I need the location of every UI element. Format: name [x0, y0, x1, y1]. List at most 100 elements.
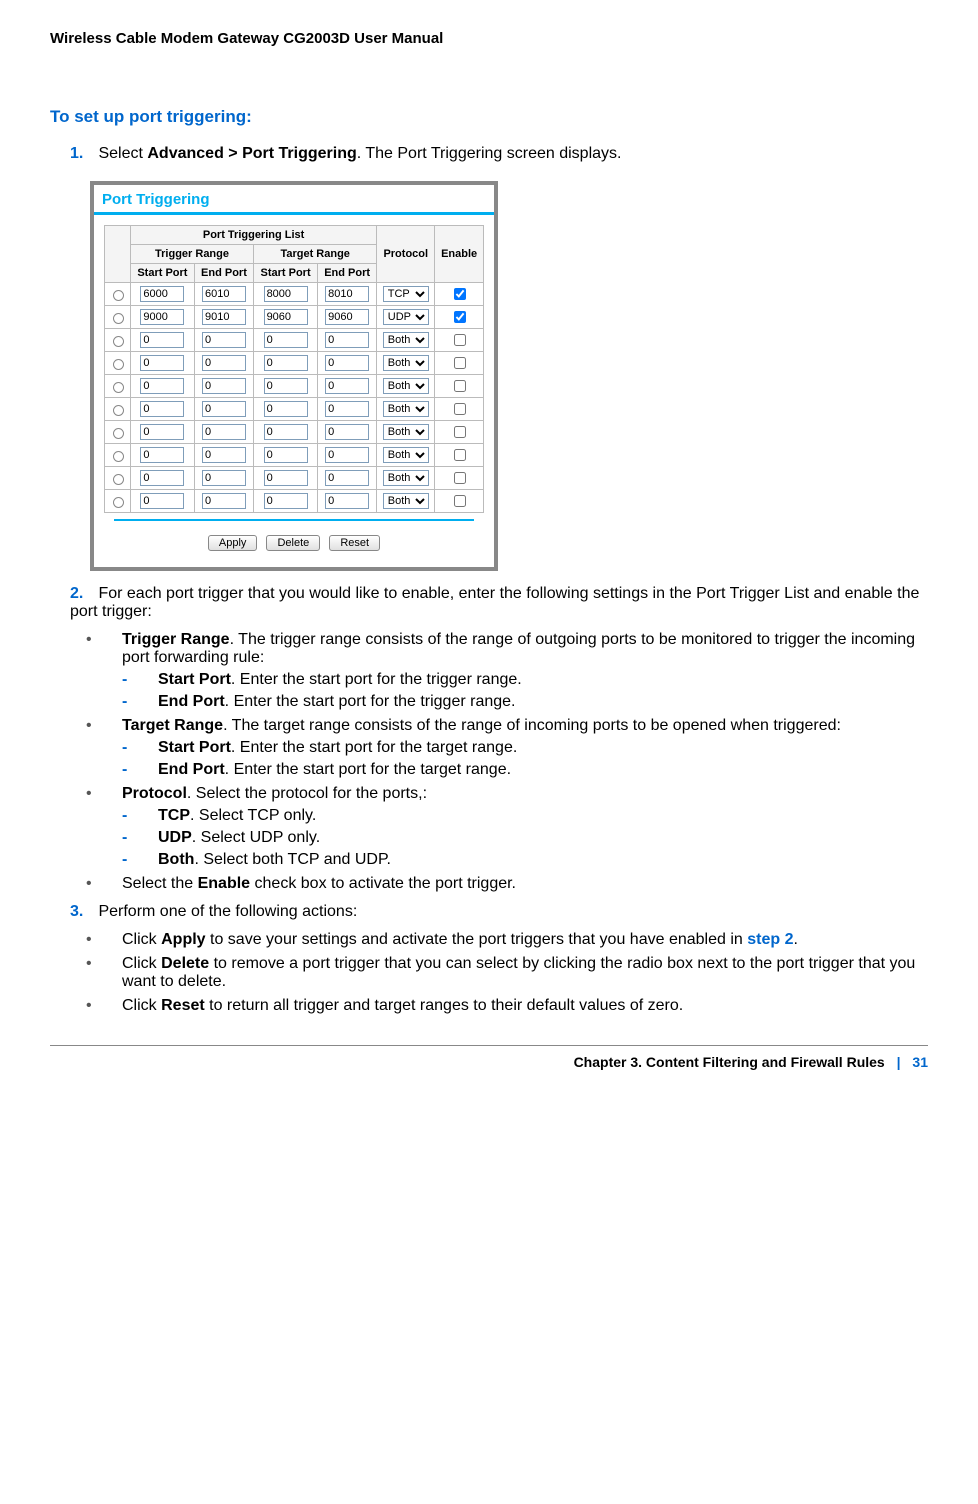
- row-radio[interactable]: [113, 313, 124, 324]
- trigger-end-input[interactable]: [202, 355, 246, 371]
- protocol-select[interactable]: TCPUDPBoth: [383, 355, 429, 371]
- footer-chapter: Chapter 3. Content Filtering and Firewal…: [574, 1054, 885, 1070]
- trigger-start-input[interactable]: [140, 332, 184, 348]
- bullet-target-start-port: Start Port. Enter the start port for the…: [140, 739, 928, 757]
- bullet-target-range: Target Range. The target range consists …: [104, 717, 928, 735]
- protocol-select[interactable]: TCPUDPBoth: [383, 332, 429, 348]
- trigger-end-input[interactable]: [202, 493, 246, 509]
- table-row: TCPUDPBoth: [105, 467, 484, 490]
- enable-checkbox[interactable]: [454, 449, 466, 461]
- apply-button[interactable]: Apply: [208, 535, 258, 551]
- table-row: TCPUDPBoth: [105, 421, 484, 444]
- trigger-end-input[interactable]: [202, 470, 246, 486]
- trigger-end-input[interactable]: [202, 286, 246, 302]
- table-row: TCPUDPBoth: [105, 444, 484, 467]
- target-start-input[interactable]: [264, 401, 308, 417]
- protocol-select[interactable]: TCPUDPBoth: [383, 470, 429, 486]
- trigger-start-input[interactable]: [140, 470, 184, 486]
- step-2-number: 2.: [70, 585, 94, 603]
- target-start-input[interactable]: [264, 447, 308, 463]
- bullet-action-reset: Click Reset to return all trigger and ta…: [104, 997, 928, 1015]
- row-radio[interactable]: [113, 428, 124, 439]
- enable-checkbox[interactable]: [454, 311, 466, 323]
- target-start-input[interactable]: [264, 424, 308, 440]
- enable-checkbox[interactable]: [454, 334, 466, 346]
- row-radio[interactable]: [113, 497, 124, 508]
- target-end-input[interactable]: [325, 378, 369, 394]
- target-start-input[interactable]: [264, 378, 308, 394]
- step-3-text: Perform one of the following actions:: [98, 903, 357, 920]
- trigger-end-input[interactable]: [202, 424, 246, 440]
- enable-checkbox[interactable]: [454, 472, 466, 484]
- table-row: TCPUDPBoth: [105, 375, 484, 398]
- row-radio[interactable]: [113, 405, 124, 416]
- table-row: TCPUDPBoth: [105, 306, 484, 329]
- trigger-start-input[interactable]: [140, 447, 184, 463]
- target-end-input[interactable]: [325, 470, 369, 486]
- table-row: TCPUDPBoth: [105, 352, 484, 375]
- enable-checkbox[interactable]: [454, 288, 466, 300]
- target-end-input[interactable]: [325, 447, 369, 463]
- target-end-input[interactable]: [325, 493, 369, 509]
- protocol-select[interactable]: TCPUDPBoth: [383, 493, 429, 509]
- trigger-end-input[interactable]: [202, 309, 246, 325]
- enable-checkbox[interactable]: [454, 380, 466, 392]
- protocol-select[interactable]: TCPUDPBoth: [383, 447, 429, 463]
- target-end-input[interactable]: [325, 286, 369, 302]
- enable-checkbox[interactable]: [454, 357, 466, 369]
- target-start-input[interactable]: [264, 286, 308, 302]
- trigger-start-input[interactable]: [140, 286, 184, 302]
- protocol-select[interactable]: TCPUDPBoth: [383, 401, 429, 417]
- trigger-start-input[interactable]: [140, 355, 184, 371]
- trigger-end-input[interactable]: [202, 332, 246, 348]
- divider: [114, 519, 474, 521]
- row-radio[interactable]: [113, 290, 124, 301]
- bullet-protocol-tcp: TCP. Select TCP only.: [140, 807, 928, 825]
- trigger-start-input[interactable]: [140, 378, 184, 394]
- trigger-end-input[interactable]: [202, 447, 246, 463]
- enable-checkbox[interactable]: [454, 495, 466, 507]
- protocol-select[interactable]: TCPUDPBoth: [383, 424, 429, 440]
- row-radio[interactable]: [113, 359, 124, 370]
- target-end-input[interactable]: [325, 401, 369, 417]
- enable-checkbox[interactable]: [454, 426, 466, 438]
- step-2: 2. For each port trigger that you would …: [70, 585, 928, 621]
- trigger-end-input[interactable]: [202, 401, 246, 417]
- port-triggering-table: Port Triggering List Protocol Enable Tri…: [104, 225, 484, 513]
- row-radio[interactable]: [113, 474, 124, 485]
- trigger-start-input[interactable]: [140, 424, 184, 440]
- target-start-header: Start Port: [254, 264, 318, 283]
- bullet-trigger-range: Trigger Range. The trigger range consist…: [104, 631, 928, 667]
- trigger-start-header: Start Port: [130, 264, 194, 283]
- trigger-start-input[interactable]: [140, 493, 184, 509]
- row-radio[interactable]: [113, 451, 124, 462]
- screenshot-title: Port Triggering: [94, 185, 494, 212]
- target-start-input[interactable]: [264, 332, 308, 348]
- row-radio[interactable]: [113, 336, 124, 347]
- target-start-input[interactable]: [264, 470, 308, 486]
- reset-button[interactable]: Reset: [329, 535, 380, 551]
- target-start-input[interactable]: [264, 309, 308, 325]
- target-end-input[interactable]: [325, 424, 369, 440]
- target-start-input[interactable]: [264, 355, 308, 371]
- page-header: Wireless Cable Modem Gateway CG2003D Use…: [50, 30, 928, 47]
- step-2-link[interactable]: step 2: [747, 931, 793, 948]
- target-range-header: Target Range: [254, 245, 377, 264]
- target-end-input[interactable]: [325, 309, 369, 325]
- bullet-trigger-start-port: Start Port. Enter the start port for the…: [140, 671, 928, 689]
- trigger-start-input[interactable]: [140, 309, 184, 325]
- enable-checkbox[interactable]: [454, 403, 466, 415]
- target-end-input[interactable]: [325, 355, 369, 371]
- target-start-input[interactable]: [264, 493, 308, 509]
- protocol-select[interactable]: TCPUDPBoth: [383, 286, 429, 302]
- delete-button[interactable]: Delete: [266, 535, 320, 551]
- target-end-input[interactable]: [325, 332, 369, 348]
- port-triggering-screenshot: Port Triggering Port Triggering List Pro…: [90, 181, 498, 571]
- bullet-protocol-both: Both. Select both TCP and UDP.: [140, 851, 928, 869]
- trigger-range-header: Trigger Range: [130, 245, 253, 264]
- row-radio[interactable]: [113, 382, 124, 393]
- trigger-start-input[interactable]: [140, 401, 184, 417]
- protocol-select[interactable]: TCPUDPBoth: [383, 309, 429, 325]
- protocol-select[interactable]: TCPUDPBoth: [383, 378, 429, 394]
- trigger-end-input[interactable]: [202, 378, 246, 394]
